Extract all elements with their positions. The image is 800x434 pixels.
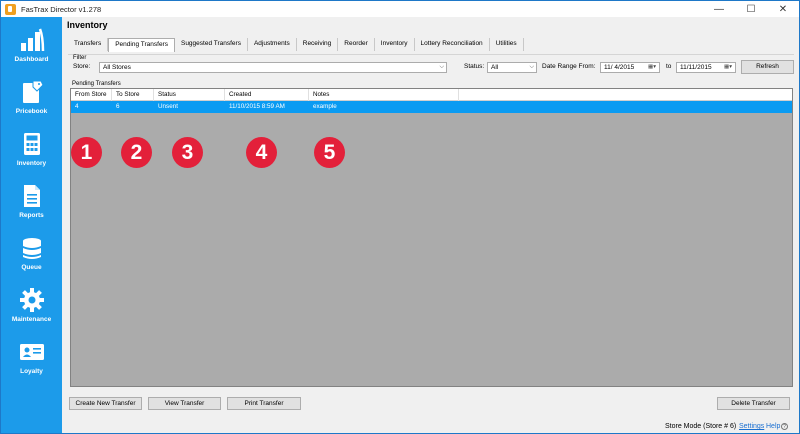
date-from-value: 11/ 4/2015 <box>604 64 635 71</box>
status-label: Status: <box>464 63 485 70</box>
create-new-transfer-button[interactable]: Create New Transfer <box>69 397 142 410</box>
store-dropdown[interactable]: All Stores ⌵ <box>99 62 447 73</box>
help-icon[interactable]: ? <box>781 423 788 430</box>
column-header-from-store[interactable]: From Store <box>71 89 112 101</box>
filter-legend: Filter <box>73 55 87 61</box>
calculator-icon <box>23 133 40 155</box>
tab-pending-transfers[interactable]: Pending Transfers <box>108 38 175 52</box>
close-button[interactable]: ✕ <box>767 1 799 17</box>
settings-link[interactable]: Settings <box>739 423 764 430</box>
tab-adjustments[interactable]: Adjustments <box>248 38 297 51</box>
minimize-button[interactable]: — <box>703 1 735 17</box>
calendar-dropdown-icon[interactable]: ▦▾ <box>646 64 658 71</box>
cell-to-store: 6 <box>116 103 120 110</box>
store-label: Store: <box>73 63 91 70</box>
view-transfer-button[interactable]: View Transfer <box>148 397 221 410</box>
tab-receiving[interactable]: Receiving <box>297 38 339 51</box>
sidebar-item-label: Reports <box>19 212 44 219</box>
grid-group-label: Pending Transfers <box>72 81 121 87</box>
status-dropdown[interactable]: All ⌵ <box>487 62 537 73</box>
date-to-picker[interactable]: 11/11/2015 ▦▾ <box>676 62 736 73</box>
status-bar: Store Mode (Store # 6) Settings Help ? <box>62 420 799 433</box>
sidebar-item-queue[interactable]: Queue <box>1 229 62 279</box>
tab-suggested-transfers[interactable]: Suggested Transfers <box>175 38 248 51</box>
sidebar-item-label: Queue <box>21 264 42 271</box>
delete-transfer-button[interactable]: Delete Transfer <box>717 397 790 410</box>
app-logo-icon <box>5 3 16 15</box>
refresh-button[interactable]: Refresh <box>741 60 794 74</box>
maximize-button[interactable]: ☐ <box>735 1 767 17</box>
tab-utilities[interactable]: Utilities <box>490 38 524 51</box>
cell-created: 11/10/2015 8:59 AM <box>229 103 285 110</box>
date-range-label: Date Range From: <box>542 63 596 70</box>
annotation-badge-2: 2 <box>121 137 152 168</box>
date-to-value: 11/11/2015 <box>680 64 712 71</box>
pending-transfers-grid[interactable]: From Store To Store Status Created Notes… <box>70 88 793 387</box>
dashboard-bars-icon <box>20 28 44 52</box>
tab-transfers[interactable]: Transfers <box>68 38 109 51</box>
cell-from-store: 4 <box>75 103 79 110</box>
grid-header: From Store To Store Status Created Notes <box>71 89 792 101</box>
tab-lottery-reconciliation[interactable]: Lottery Reconciliation <box>415 38 490 51</box>
filter-group: Filter Store: All Stores ⌵ Status: All ⌵… <box>68 54 794 90</box>
annotation-badge-3: 3 <box>172 137 203 168</box>
sidebar-item-loyalty[interactable]: Loyalty <box>1 333 62 383</box>
stack-icon <box>22 238 41 259</box>
document-icon <box>23 185 40 207</box>
sidebar-item-label: Dashboard <box>14 56 49 63</box>
app-window: FasTrax Director v1.278 — ☐ ✕ Dashboard … <box>0 0 800 434</box>
column-header-to-store[interactable]: To Store <box>112 89 154 101</box>
date-from-picker[interactable]: 11/ 4/2015 ▦▾ <box>600 62 660 73</box>
sidebar: Dashboard Pricebook Inventory Reports Qu… <box>1 17 62 433</box>
sidebar-item-label: Loyalty <box>20 368 43 375</box>
sidebar-item-label: Inventory <box>16 160 47 167</box>
chevron-down-icon: ⌵ <box>439 64 444 70</box>
window-controls: — ☐ ✕ <box>703 1 799 17</box>
sidebar-item-pricebook[interactable]: Pricebook <box>1 73 62 123</box>
main-panel: Inventory Transfers Pending Transfers Su… <box>62 17 799 433</box>
cell-status: Unsent <box>158 103 178 110</box>
column-header-notes[interactable]: Notes <box>309 89 459 101</box>
to-label: to <box>666 63 672 70</box>
column-header-created[interactable]: Created <box>225 89 309 101</box>
status-dropdown-value: All <box>491 64 499 71</box>
sidebar-item-inventory[interactable]: Inventory <box>1 125 62 175</box>
column-header-status[interactable]: Status <box>154 89 225 101</box>
store-dropdown-value: All Stores <box>103 64 131 71</box>
help-link[interactable]: Help <box>766 423 780 430</box>
store-mode-text: Store Mode (Store # 6) <box>665 423 737 430</box>
window-title: FasTrax Director v1.278 <box>21 4 102 14</box>
tab-inventory[interactable]: Inventory <box>375 38 415 51</box>
sidebar-item-label: Pricebook <box>15 108 48 115</box>
id-card-icon <box>19 344 44 360</box>
table-row[interactable]: 4 6 Unsent 11/10/2015 8:59 AM example <box>71 101 792 113</box>
sidebar-item-label: Maintenance <box>11 316 52 323</box>
cell-notes: example <box>313 103 337 110</box>
print-transfer-button[interactable]: Print Transfer <box>227 397 301 410</box>
chevron-down-icon: ⌵ <box>529 64 534 70</box>
pricebook-tag-icon <box>22 80 44 103</box>
sidebar-item-dashboard[interactable]: Dashboard <box>1 21 62 71</box>
gear-icon <box>19 288 44 312</box>
annotation-badge-5: 5 <box>314 137 345 168</box>
page-title: Inventory <box>67 20 108 30</box>
tab-reorder[interactable]: Reorder <box>338 38 375 51</box>
calendar-dropdown-icon[interactable]: ▦▾ <box>722 64 734 71</box>
sidebar-item-reports[interactable]: Reports <box>1 177 62 227</box>
annotation-badge-1: 1 <box>71 137 102 168</box>
title-bar: FasTrax Director v1.278 — ☐ ✕ <box>1 1 799 17</box>
sidebar-item-maintenance[interactable]: Maintenance <box>1 281 62 331</box>
annotation-badge-4: 4 <box>246 137 277 168</box>
tab-strip: Transfers Pending Transfers Suggested Tr… <box>68 38 524 52</box>
